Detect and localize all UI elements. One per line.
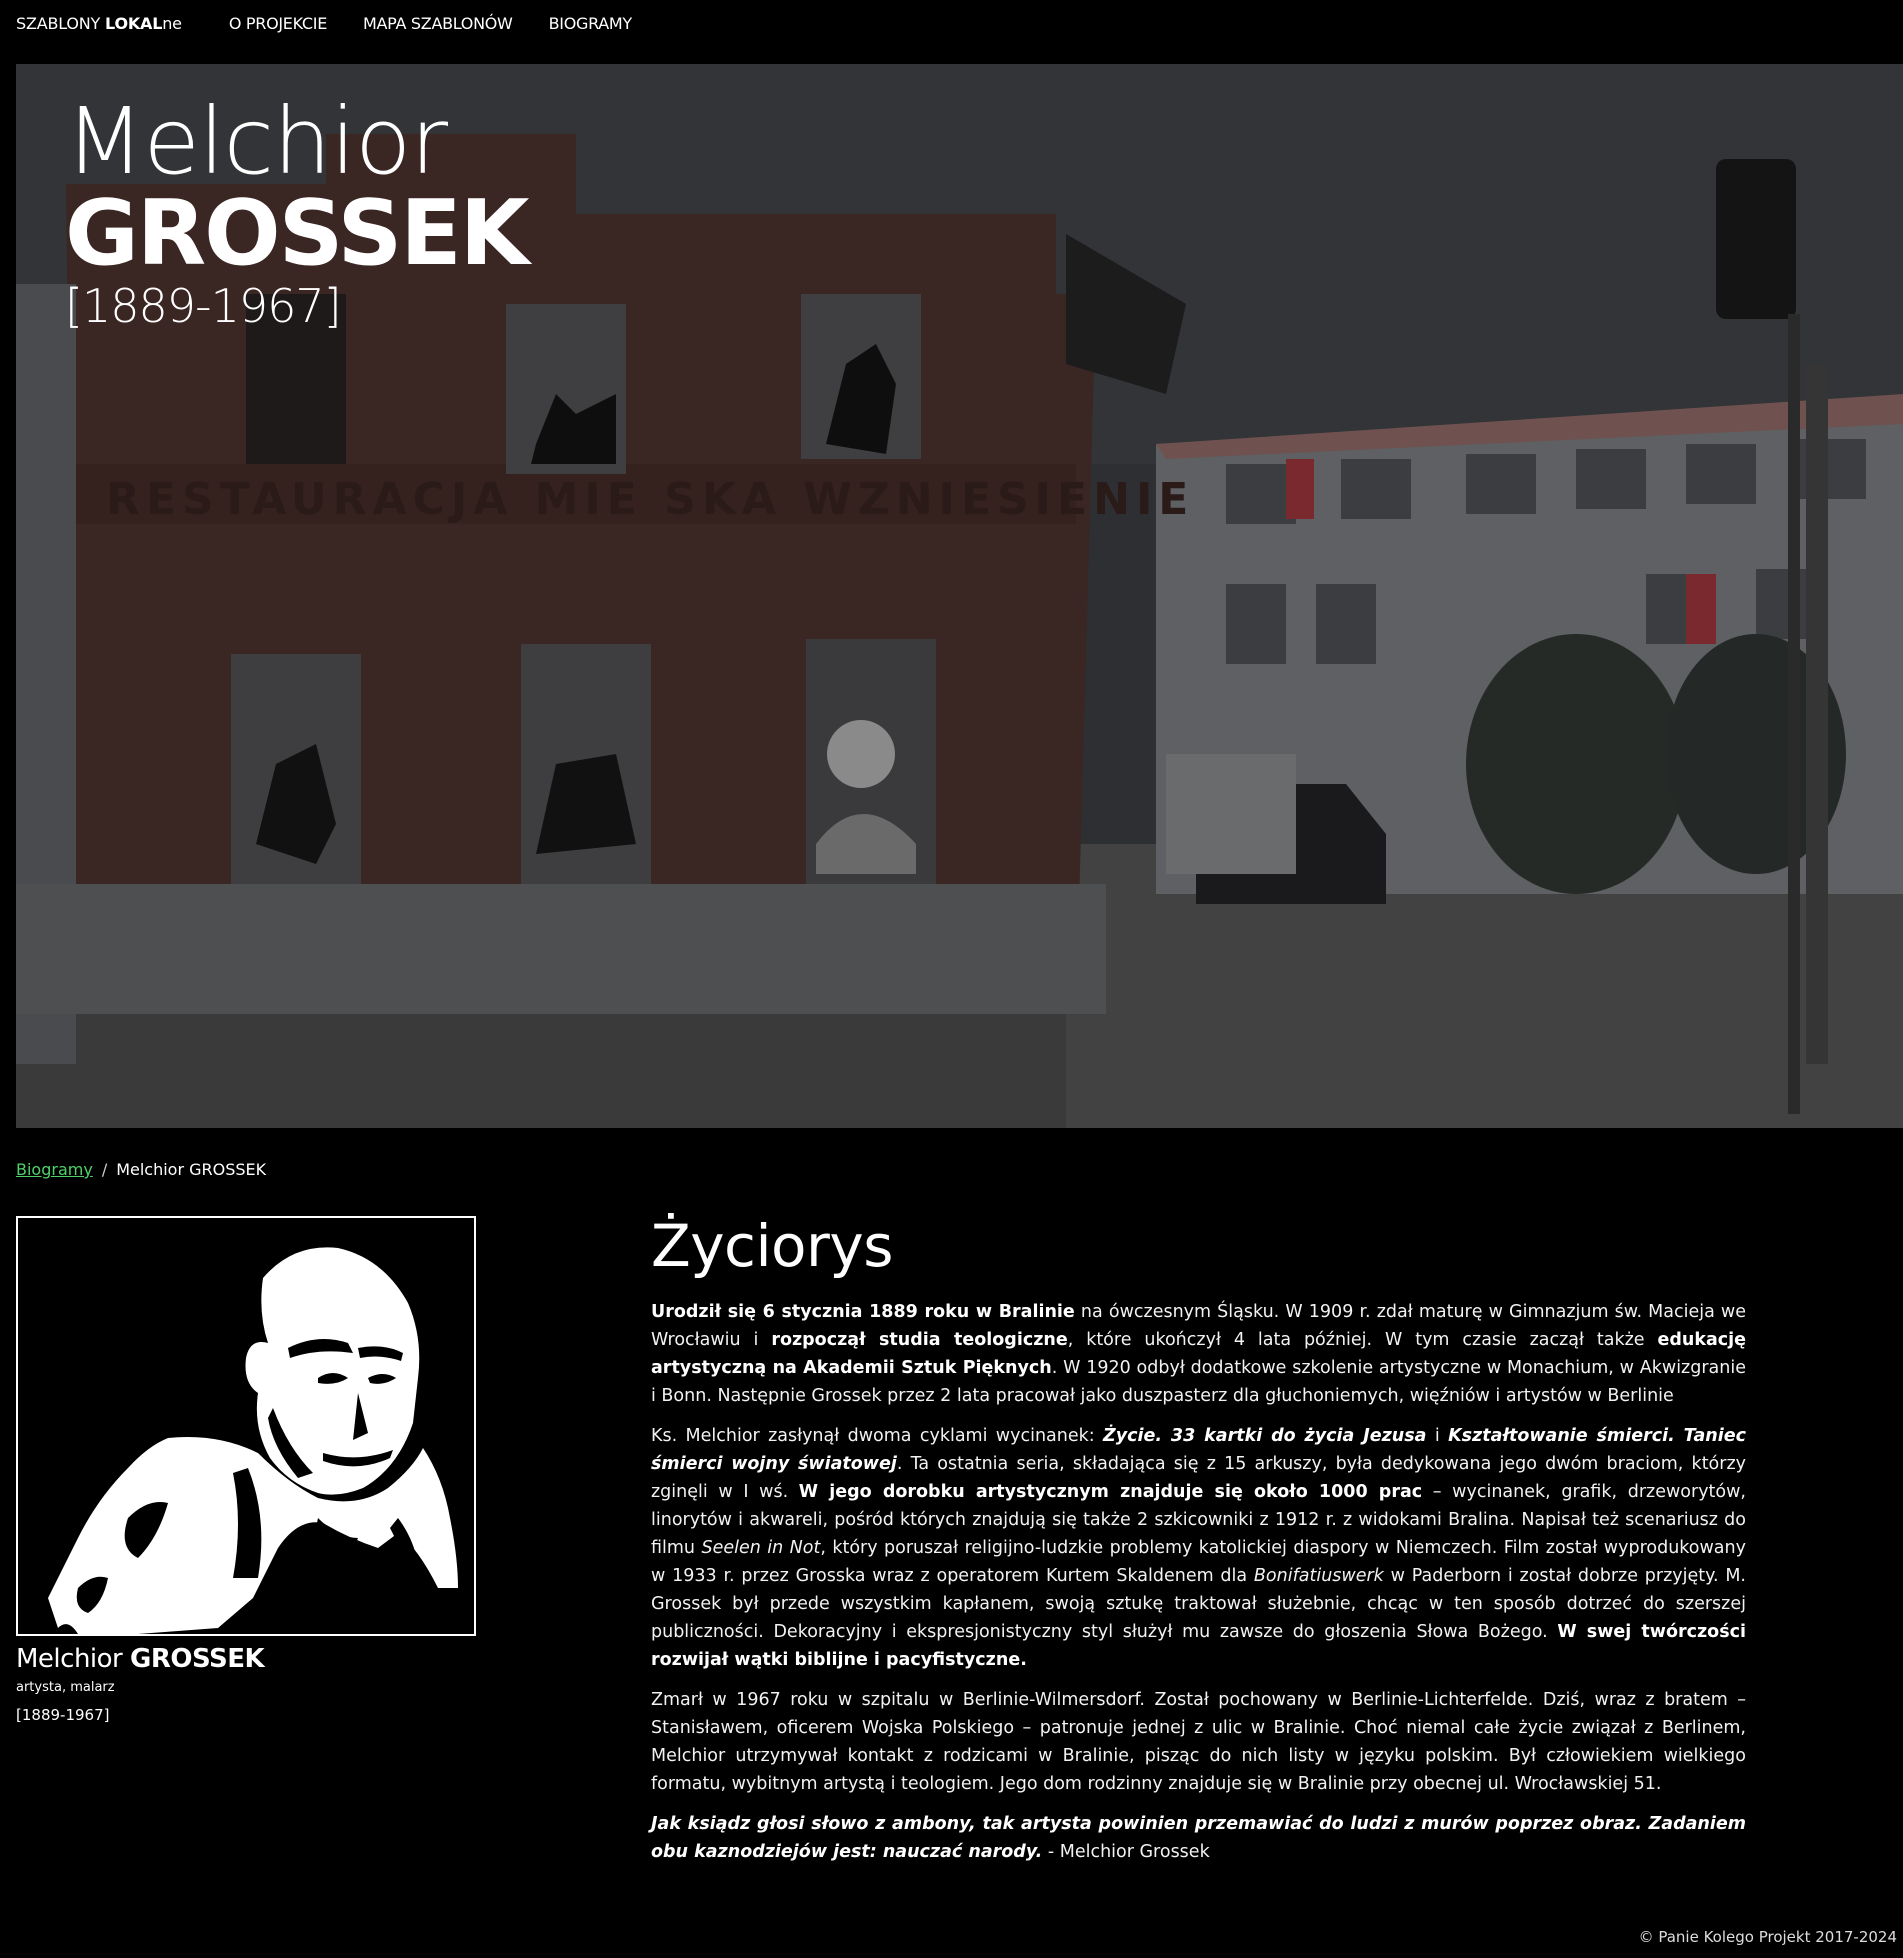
biography-section: Życiorys Urodził się 6 stycznia 1889 rok…: [651, 1212, 1746, 1878]
text-run: rozpoczął studia teologiczne: [771, 1329, 1068, 1350]
text-run: Bonifatiuswerk: [1253, 1565, 1384, 1586]
text-run: - Melchior Grossek: [1042, 1841, 1210, 1862]
biography-quote: Jak ksiądz głosi słowo z ambony, tak art…: [651, 1810, 1746, 1866]
nav-links: O PROJEKCIE MAPA SZABLONÓW BIOGRAMY: [212, 14, 651, 33]
biography-paragraph: Urodził się 6 stycznia 1889 roku w Brali…: [651, 1298, 1746, 1410]
breadcrumb-link-biogramy[interactable]: Biogramy: [16, 1160, 93, 1179]
text-run: W jego dorobku artystycznym znajduje się…: [798, 1481, 1423, 1502]
top-navbar: SZABLONY LOKALne O PROJEKCIE MAPA SZABLO…: [0, 0, 1903, 46]
profile-years: [1889-1967]: [16, 1706, 110, 1724]
text-run: Urodził się 6 stycznia 1889 roku w Brali…: [651, 1301, 1075, 1322]
text-run: Ks. Melchior zasłynął dwoma cyklami wyci…: [651, 1425, 1104, 1446]
text-run: , które ukończył 4 lata później. W tym c…: [1067, 1329, 1658, 1350]
brand-suffix: ne: [162, 13, 182, 33]
breadcrumb: Biogramy / Melchior GROSSEK: [16, 1160, 266, 1179]
hero-last-name: GROSSEK: [65, 180, 529, 286]
svg-text:RESTAURACJA MIE SKA WZNIESIE: RESTAURACJA MIE SKA WZNIESIENIE: [106, 474, 1194, 525]
nav-link-mapa-szablonow[interactable]: MAPA SZABLONÓW: [363, 14, 513, 33]
profile-last-name: GROSSEK: [130, 1644, 265, 1674]
brand-bold: LOKAL: [105, 13, 163, 33]
breadcrumb-current: Melchior GROSSEK: [116, 1160, 267, 1179]
nav-link-biogramy[interactable]: BIOGRAMY: [549, 14, 633, 33]
text-run: i: [1426, 1425, 1449, 1446]
biography-paragraph: Zmarł w 1967 roku w szpitalu w Berlinie-…: [651, 1686, 1746, 1798]
profile-first-name: Melchior: [16, 1644, 131, 1674]
brand-logo[interactable]: SZABLONY LOKALne: [16, 14, 182, 33]
hero-years: [1889-1967]: [65, 278, 342, 333]
hero-title: Melchior GROSSEK [1889-1967]: [65, 88, 529, 333]
breadcrumb-separator: /: [101, 1160, 108, 1179]
brand-prefix: SZABLONY: [16, 13, 106, 33]
nav-link-o-projekcie[interactable]: O PROJEKCIE: [229, 14, 327, 33]
biography-heading: Życiorys: [651, 1212, 893, 1280]
hero-first-name: Melchior: [65, 88, 448, 195]
portrait-image: [16, 1216, 476, 1636]
portrait-silhouette: [18, 1218, 474, 1634]
profile-role: artysta, malarz: [16, 1680, 115, 1695]
hero-banner: RESTAURACJA MIE SKA WZNIESIENIE Melchior…: [16, 64, 1903, 1128]
biography-paragraph: Ks. Melchior zasłynął dwoma cyklami wyci…: [651, 1422, 1746, 1674]
text-run: Seelen in Not: [701, 1537, 821, 1558]
footer-copyright: © Panie Kolego Projekt 2017-2024: [1638, 1928, 1897, 1946]
profile-name: Melchior GROSSEK: [16, 1644, 265, 1674]
text-run: Zmarł w 1967 roku w szpitalu w Berlinie-…: [651, 1689, 1746, 1794]
text-run: Życie. 33 kartki do życia Jezusa: [1103, 1425, 1427, 1446]
